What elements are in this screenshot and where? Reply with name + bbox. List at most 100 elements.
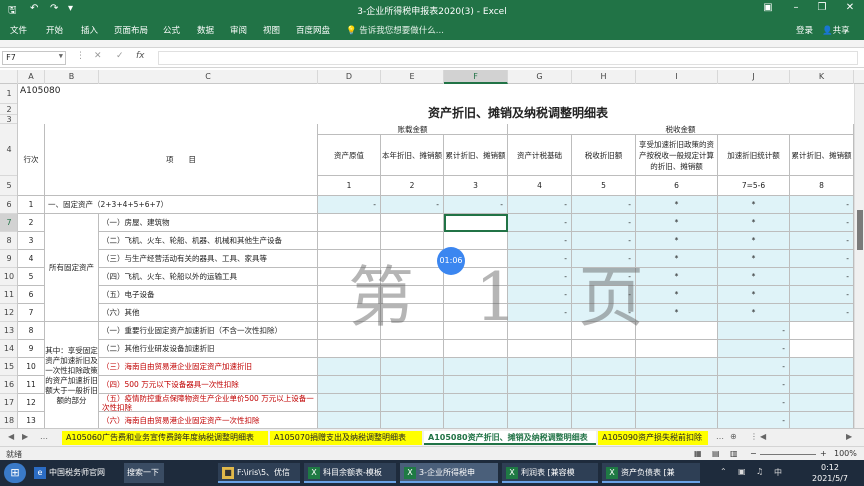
data-cell[interactable]: - <box>508 214 572 232</box>
taskbar-search[interactable]: 搜索一下 <box>124 463 164 483</box>
data-cell[interactable]: - <box>790 304 854 322</box>
prev-sheet-icon[interactable]: ◀ <box>8 432 14 441</box>
row-header[interactable]: 10 <box>0 268 17 286</box>
row-header-selected[interactable]: 7 <box>0 214 17 232</box>
data-cell[interactable] <box>636 412 718 428</box>
data-cell[interactable] <box>381 412 444 428</box>
more-sheets-icon[interactable]: … <box>40 432 48 441</box>
scroll-right-icon[interactable]: ▶ <box>846 432 852 441</box>
taskbar-app-explorer[interactable]: ■ F:\iris\5、优信 <box>218 463 300 483</box>
row-header[interactable]: 6 <box>0 196 17 214</box>
data-cell[interactable] <box>381 214 444 232</box>
data-cell[interactable] <box>790 394 854 412</box>
row-header[interactable]: 11 <box>0 286 17 304</box>
row-header[interactable]: 1 <box>0 84 17 104</box>
data-cell[interactable]: * <box>718 268 790 286</box>
ribbon-options-icon[interactable]: ▣ <box>758 2 778 13</box>
start-button[interactable]: ⊞ <box>4 463 26 483</box>
data-cell[interactable]: * <box>636 214 718 232</box>
formula-input[interactable] <box>158 51 858 65</box>
data-cell[interactable]: * <box>718 214 790 232</box>
page-break-view-icon[interactable]: ▥ <box>730 449 738 458</box>
data-cell[interactable]: - <box>318 196 381 214</box>
zoom-level[interactable]: 100% <box>834 449 857 458</box>
page-layout-view-icon[interactable]: ▤ <box>712 449 720 458</box>
data-cell[interactable]: - <box>381 196 444 214</box>
data-cell[interactable] <box>318 358 381 376</box>
column-header-i[interactable]: I <box>636 70 718 84</box>
sheet-tab-active[interactable]: A105080资产折旧、摊销及纳税调整明细表 <box>424 431 596 445</box>
close-icon[interactable]: ✕ <box>840 2 860 13</box>
tell-me-input[interactable]: 💡 告诉我您想要做什么... <box>346 24 444 36</box>
data-cell[interactable]: - <box>718 376 790 394</box>
row-header[interactable]: 3 <box>0 115 17 124</box>
data-cell[interactable] <box>508 340 572 358</box>
row-header[interactable]: 15 <box>0 358 17 376</box>
data-cell[interactable] <box>318 412 381 428</box>
data-cell[interactable] <box>790 322 854 340</box>
taskbar-clock[interactable]: 0:12 2021/5/7 <box>800 462 860 484</box>
data-cell[interactable] <box>572 376 636 394</box>
data-cell[interactable] <box>790 412 854 428</box>
taskbar-app-excel[interactable]: X 科目余额表-模板 <box>304 463 396 483</box>
data-cell[interactable]: - <box>718 358 790 376</box>
taskbar-app-excel[interactable]: X 利润表 [兼容模 <box>502 463 598 483</box>
data-cell[interactable] <box>572 358 636 376</box>
data-cell[interactable] <box>381 358 444 376</box>
ime-icon[interactable]: 中 <box>774 467 782 478</box>
restore-icon[interactable]: ❐ <box>812 2 832 13</box>
data-cell[interactable]: * <box>718 196 790 214</box>
data-cell[interactable]: - <box>790 232 854 250</box>
name-box[interactable]: F7 ▼ <box>2 51 66 65</box>
sheet-tab[interactable]: A105060广告费和业务宣传费跨年度纳税调整明细表 <box>62 431 268 445</box>
data-cell[interactable]: - <box>718 322 790 340</box>
data-cell[interactable] <box>636 394 718 412</box>
row-header[interactable]: 13 <box>0 322 17 340</box>
login-link[interactable]: 登录 <box>796 24 813 36</box>
data-cell[interactable] <box>572 394 636 412</box>
data-cell[interactable] <box>790 376 854 394</box>
row-header[interactable]: 9 <box>0 250 17 268</box>
normal-view-icon[interactable]: ▦ <box>694 449 702 458</box>
data-cell[interactable]: - <box>790 250 854 268</box>
tab-insert[interactable]: 插入 <box>81 24 98 36</box>
sheet-tab[interactable]: A105070捐赠支出及纳税调整明细表 <box>270 431 422 445</box>
column-header-f[interactable]: F <box>444 70 508 84</box>
tray-up-icon[interactable]: ⌃ <box>720 467 727 476</box>
data-cell[interactable]: - <box>572 214 636 232</box>
tab-file[interactable]: 文件 <box>10 24 27 36</box>
tab-view[interactable]: 视图 <box>263 24 280 36</box>
active-cell-f7[interactable] <box>444 214 508 232</box>
scroll-left-icon[interactable]: ◀ <box>760 432 766 441</box>
sheet-tab[interactable]: A105090资产损失税前扣除 <box>598 431 708 445</box>
column-header-a[interactable]: A <box>18 70 45 84</box>
row-header[interactable]: 5 <box>0 176 17 196</box>
row-header[interactable]: 4 <box>0 124 17 176</box>
data-cell[interactable] <box>572 340 636 358</box>
data-cell[interactable]: * <box>636 196 718 214</box>
data-cell[interactable] <box>508 394 572 412</box>
taskbar-app-excel-active[interactable]: X 3-企业所得税申 <box>400 463 498 483</box>
chevron-down-icon[interactable]: ▼ <box>59 52 63 60</box>
data-cell[interactable]: * <box>718 250 790 268</box>
data-cell[interactable] <box>318 214 381 232</box>
add-sheet-icon[interactable]: ⊕ <box>730 432 737 441</box>
data-cell[interactable] <box>381 376 444 394</box>
tab-review[interactable]: 审阅 <box>230 24 247 36</box>
scrollbar-thumb[interactable] <box>857 210 863 250</box>
taskbar-app-excel[interactable]: X 资产负债表 [兼 <box>602 463 700 483</box>
data-cell[interactable] <box>790 358 854 376</box>
zoom-slider[interactable] <box>760 454 816 455</box>
data-cell[interactable]: - <box>718 394 790 412</box>
column-header-k[interactable]: K <box>790 70 854 84</box>
data-cell[interactable]: - <box>790 286 854 304</box>
data-cell[interactable] <box>636 340 718 358</box>
insert-function-button[interactable]: fx <box>136 51 145 61</box>
data-cell[interactable] <box>318 394 381 412</box>
column-header-j[interactable]: J <box>718 70 790 84</box>
row-header[interactable]: 16 <box>0 376 17 394</box>
data-cell[interactable]: - <box>572 196 636 214</box>
data-cell[interactable] <box>444 412 508 428</box>
tab-baidu-netdisk[interactable]: 百度网盘 <box>296 24 330 36</box>
column-header-c[interactable]: C <box>99 70 318 84</box>
